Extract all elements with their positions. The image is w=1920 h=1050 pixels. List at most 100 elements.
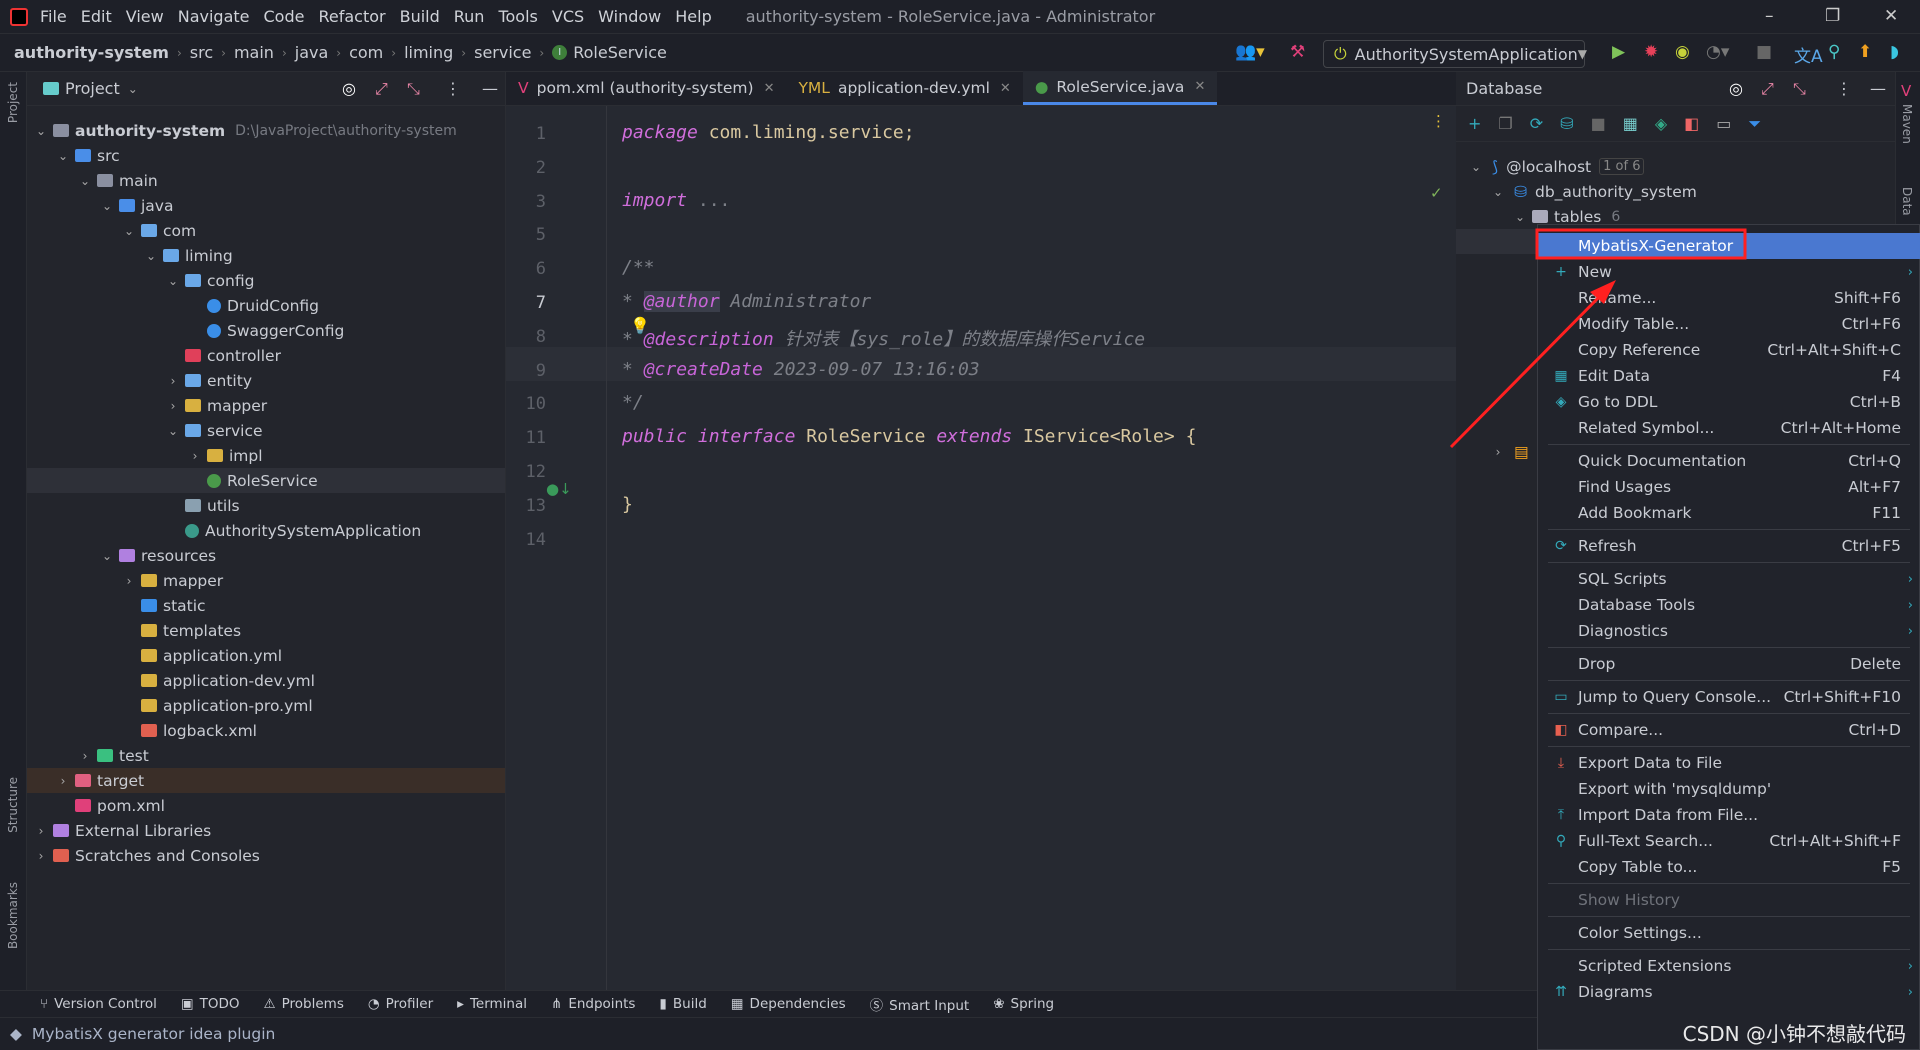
chevron-down-icon[interactable]: ⌄ [1512, 210, 1528, 224]
editor-tab[interactable]: Vpom.xml (authority-system) ✕ [506, 71, 786, 105]
menu-refactor[interactable]: Refactor [318, 7, 385, 26]
menu-item-modify-table[interactable]: Modify Table... Ctrl+F6 [1538, 311, 1920, 337]
tool-tab-version-control[interactable]: ⑂ Version Control [40, 996, 157, 1012]
chevron-right-icon[interactable]: › [165, 399, 181, 413]
chevron-right-icon[interactable]: › [121, 574, 137, 588]
console-icon[interactable]: ▭ [1716, 114, 1731, 133]
code-line[interactable]: } [622, 494, 633, 515]
search-icon[interactable]: ⚲ [1828, 42, 1840, 62]
maven-tool-button[interactable]: Maven [1900, 104, 1914, 144]
tree-item[interactable]: ⌄ liming [27, 243, 505, 268]
menu-item-diagnostics[interactable]: Diagnostics › [1538, 618, 1920, 644]
menu-item-edit-data[interactable]: ▦ Edit Data F4 [1538, 363, 1920, 389]
editor-tab[interactable]: ● RoleService.java ✕ [1022, 71, 1218, 105]
tree-item[interactable]: ⌄ resources [27, 543, 505, 568]
close-tab-icon[interactable]: ✕ [1000, 81, 1011, 96]
chevron-down-icon[interactable]: ⌄ [165, 274, 181, 288]
bookmarks-tool-button[interactable]: Bookmarks [6, 882, 20, 949]
menu-item-copy-reference[interactable]: Copy Reference Ctrl+Alt+Shift+C [1538, 337, 1920, 363]
expand-all-icon[interactable]: ⤢ [375, 79, 388, 99]
db-tree-schema[interactable]: ⌄ ⛁ db_authority_system [1456, 179, 1895, 204]
tool-tab-spring[interactable]: ❀ Spring [993, 996, 1054, 1012]
tree-item[interactable]: application-pro.yml [27, 693, 505, 718]
project-tool-button[interactable]: Project [6, 82, 20, 123]
ddl-icon[interactable]: ◈ [1655, 114, 1667, 133]
filter-icon[interactable]: ⏷ [1748, 114, 1761, 134]
tree-item[interactable]: › impl [27, 443, 505, 468]
structure-tool-button[interactable]: Structure [6, 777, 20, 833]
translate-icon[interactable]: 文A [1794, 42, 1823, 67]
stop-icon[interactable]: ■ [1591, 114, 1606, 133]
chevron-down-icon[interactable]: ⌄ [1468, 160, 1484, 174]
tree-item[interactable]: › entity [27, 368, 505, 393]
update-icon[interactable]: ⬆ [1858, 42, 1872, 62]
code-line[interactable]: import ... [622, 190, 730, 211]
minimize-button[interactable]: – [1765, 6, 1774, 26]
tree-item[interactable]: ⌄ src [27, 143, 505, 168]
compare-icon[interactable]: ◧ [1684, 114, 1699, 133]
menu-item-diagrams[interactable]: ⇈ Diagrams › [1538, 979, 1920, 1005]
code-line[interactable]: public interface RoleService extends ISe… [622, 426, 1196, 447]
menu-item-color-settings[interactable]: Color Settings... [1538, 920, 1920, 946]
tool-tab-build[interactable]: ▮ Build [659, 996, 706, 1012]
options-icon[interactable]: ⋮ [1836, 79, 1852, 98]
chevron-right-icon[interactable]: › [1490, 445, 1506, 459]
tree-item[interactable]: templates [27, 618, 505, 643]
tree-item[interactable]: application.yml [27, 643, 505, 668]
breadcrumb-item[interactable]: RoleService [573, 43, 667, 62]
tree-item[interactable]: › mapper [27, 393, 505, 418]
tool-tab-dependencies[interactable]: ▦ Dependencies [731, 996, 846, 1012]
tree-item[interactable]: ⌄ authority-system D:\JavaProject\authorit… [27, 118, 505, 143]
breadcrumb-item[interactable]: service [474, 43, 531, 62]
menu-run[interactable]: Run [454, 7, 485, 26]
collapse-all-icon[interactable]: ⤡ [1793, 79, 1806, 99]
chevron-down-icon[interactable]: ⌄ [128, 82, 138, 96]
profiler-icon[interactable]: ◔▾ [1706, 42, 1729, 62]
tool-tab-profiler[interactable]: ◔ Profiler [368, 996, 433, 1012]
code-line[interactable]: package com.liming.service; [622, 122, 915, 143]
menu-item-jump-to-query-console[interactable]: ▭ Jump to Query Console... Ctrl+Shift+F10 [1538, 684, 1920, 710]
implemented-gutter-icon[interactable]: ●↓ [546, 480, 572, 498]
close-tab-icon[interactable]: ✕ [1194, 79, 1205, 94]
tree-item[interactable]: › mapper [27, 568, 505, 593]
breadcrumb-item[interactable]: authority-system [14, 43, 169, 62]
chevron-right-icon[interactable]: › [165, 374, 181, 388]
tool-tab-smart-input[interactable]: Ⓢ Smart Input [870, 994, 970, 1014]
hide-icon[interactable]: — [1870, 79, 1886, 98]
build-hammer-icon[interactable]: ⚒ [1290, 42, 1305, 62]
chevron-down-icon[interactable]: ⌄ [165, 424, 181, 438]
debug-icon[interactable]: ✹ [1644, 42, 1658, 62]
tool-tab-todo[interactable]: ▣ TODO [181, 996, 240, 1012]
breadcrumb-item[interactable]: liming [404, 43, 453, 62]
tool-tab-terminal[interactable]: ▸ Terminal [457, 996, 527, 1012]
menu-item-copy-table-to[interactable]: Copy Table to... F5 [1538, 854, 1920, 880]
menu-item-go-to-ddl[interactable]: ◈ Go to DDL Ctrl+B [1538, 389, 1920, 415]
menu-item-new[interactable]: + New › [1538, 259, 1920, 285]
menu-vcs[interactable]: VCS [552, 7, 584, 26]
tree-item[interactable]: static [27, 593, 505, 618]
breadcrumb-item[interactable]: java [295, 43, 329, 62]
menu-item-database-tools[interactable]: Database Tools › [1538, 592, 1920, 618]
run-icon[interactable]: ▶ [1612, 42, 1625, 62]
run-with-coverage-icon[interactable]: ◉ [1675, 42, 1690, 62]
tree-item[interactable]: › External Libraries [27, 818, 505, 843]
tree-item[interactable]: › Scratches and Consoles [27, 843, 505, 868]
tree-item[interactable]: DruidConfig [27, 293, 505, 318]
menu-item-export-data-to-file[interactable]: ⤓ Export Data to File [1538, 750, 1920, 776]
code-line[interactable]: * @author Administrator [622, 291, 871, 312]
menu-item-mybatisx-generator[interactable]: MybatisX-Generator [1538, 233, 1920, 259]
options-icon[interactable]: ⋮ [445, 79, 461, 98]
menu-navigate[interactable]: Navigate [178, 7, 250, 26]
tree-item[interactable]: RoleService [27, 468, 505, 493]
menu-item-add-bookmark[interactable]: Add Bookmark F11 [1538, 500, 1920, 526]
tree-item[interactable]: pom.xml [27, 793, 505, 818]
code-with-me-icon[interactable]: ◗ [1890, 42, 1899, 62]
tree-item[interactable]: ⌄ com [27, 218, 505, 243]
code-line[interactable]: /** [622, 257, 655, 278]
intention-bulb-icon[interactable]: 💡 [630, 316, 650, 335]
table-editor-icon[interactable]: ▦ [1623, 114, 1638, 133]
expand-all-icon[interactable]: ⤢ [1761, 79, 1774, 99]
chevron-down-icon[interactable]: ⌄ [77, 174, 93, 188]
code-line[interactable]: * @description 针对表【sys_role】的数据库操作Servic… [622, 325, 1145, 351]
menu-tools[interactable]: Tools [498, 7, 537, 26]
